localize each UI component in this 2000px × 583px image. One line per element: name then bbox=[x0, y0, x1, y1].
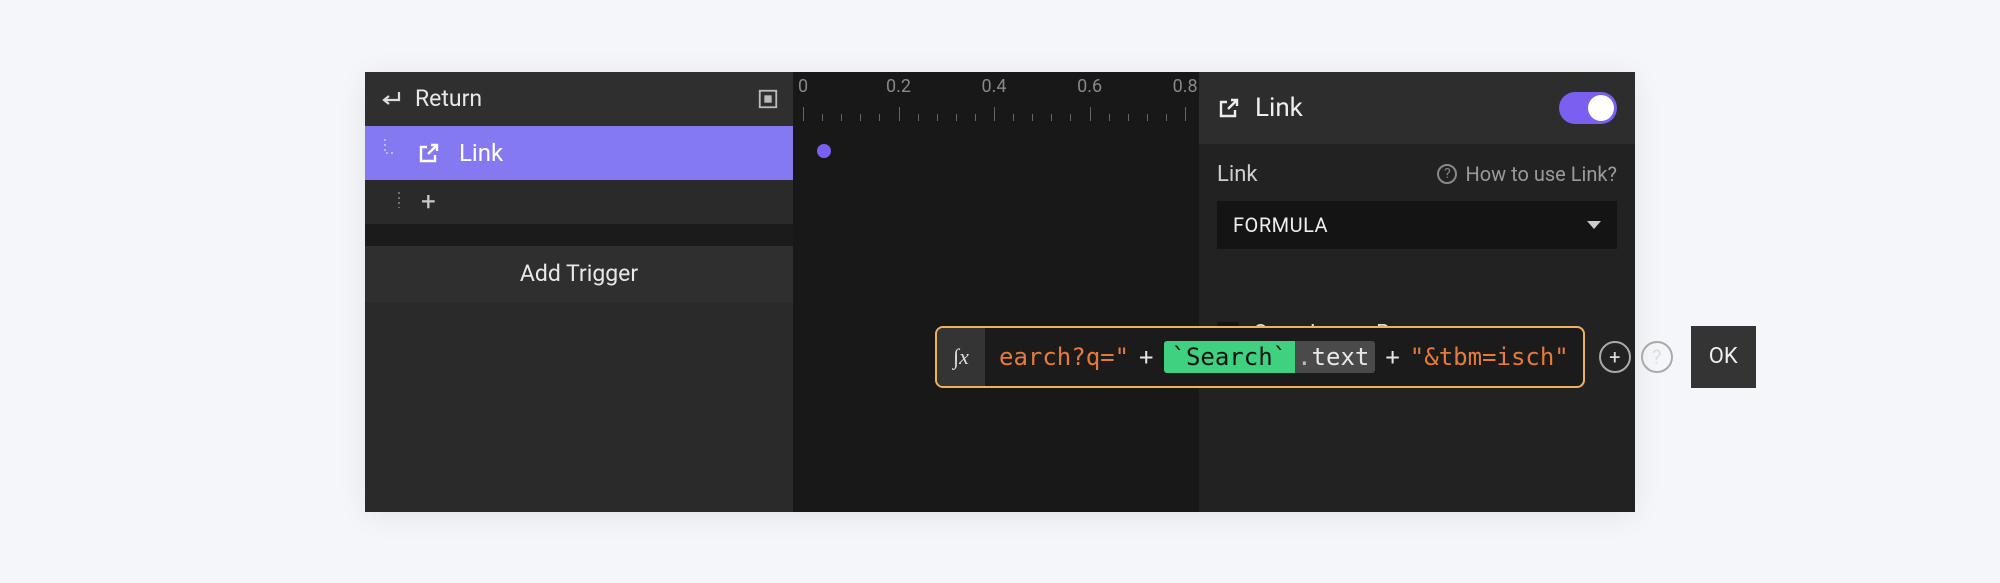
ruler-label: 0.6 bbox=[1077, 76, 1102, 97]
formula-property-wrap: .text bbox=[1295, 341, 1375, 373]
toggle-knob bbox=[1588, 95, 1614, 121]
formula-op-2: + bbox=[1375, 343, 1409, 371]
formula-op-1: + bbox=[1129, 343, 1163, 371]
return-row[interactable]: Return bbox=[365, 72, 793, 126]
ruler-tick-minor bbox=[975, 114, 976, 121]
formula-help-button[interactable]: ? bbox=[1641, 341, 1673, 373]
editor-panel: Return Link + bbox=[365, 72, 1635, 512]
tree-guide-icon bbox=[379, 139, 399, 167]
ruler-label: 0.8 bbox=[1173, 76, 1198, 97]
action-item-label: Link bbox=[459, 139, 503, 167]
formula-input[interactable]: ∫x earch?q=" + `Search`.text + "&tbm=isc… bbox=[935, 326, 1585, 388]
ruler-tick-minor bbox=[1147, 114, 1148, 121]
ruler-tick-minor bbox=[822, 114, 823, 121]
dropdown-value: FORMULA bbox=[1233, 213, 1328, 237]
ruler-tick-minor bbox=[860, 114, 861, 121]
sidebar-spacer bbox=[365, 224, 793, 246]
ruler-tick-minor bbox=[956, 114, 957, 121]
chevron-down-icon bbox=[1587, 221, 1601, 229]
action-list-sidebar: Return Link + bbox=[365, 72, 793, 512]
ruler-tick-major bbox=[803, 107, 804, 121]
ruler-tick-minor bbox=[1166, 114, 1167, 121]
formula-add-button[interactable]: + bbox=[1599, 341, 1631, 373]
inspector-panel: Link Link ? How to use Link? FORMULA Ope… bbox=[1199, 72, 1635, 512]
action-item-link[interactable]: Link bbox=[365, 126, 793, 180]
question-icon: ? bbox=[1437, 164, 1457, 184]
ruler-tick-minor bbox=[879, 114, 880, 121]
keyframe-dot[interactable] bbox=[817, 144, 831, 158]
ruler-label: 0.4 bbox=[982, 76, 1007, 97]
add-action-row[interactable]: + bbox=[365, 180, 793, 224]
ruler-tick-major bbox=[1090, 107, 1091, 121]
add-trigger-button[interactable]: Add Trigger bbox=[365, 246, 793, 302]
external-link-icon bbox=[1217, 96, 1241, 120]
ruler-tick-minor bbox=[841, 114, 842, 121]
ruler-tick-major bbox=[899, 107, 900, 121]
add-trigger-label: Add Trigger bbox=[520, 260, 638, 287]
stop-icon[interactable] bbox=[757, 88, 779, 110]
return-icon bbox=[379, 87, 403, 111]
ruler-tick-major bbox=[1185, 107, 1186, 121]
formula-string-1: earch?q=" bbox=[999, 343, 1129, 371]
ruler-tick-major bbox=[994, 107, 995, 121]
inspector-header: Link bbox=[1199, 72, 1635, 144]
formula-string-2: "&tbm=isch" bbox=[1410, 343, 1569, 371]
link-type-dropdown[interactable]: FORMULA bbox=[1217, 201, 1617, 249]
formula-property: text bbox=[1312, 343, 1370, 371]
tree-guide-tail-icon bbox=[395, 192, 407, 212]
ruler-tick-minor bbox=[918, 114, 919, 121]
howto-text: How to use Link? bbox=[1465, 162, 1617, 186]
formula-ok-button[interactable]: OK bbox=[1691, 326, 1756, 388]
ruler-tick-minor bbox=[1070, 114, 1071, 121]
ruler-tick-minor bbox=[1032, 114, 1033, 121]
ruler-tick-minor bbox=[1109, 114, 1110, 121]
inspector-title: Link bbox=[1255, 93, 1303, 123]
ruler-tick-minor bbox=[1013, 114, 1014, 121]
external-link-icon bbox=[417, 141, 441, 165]
fx-icon: ∫x bbox=[937, 328, 985, 386]
ruler-label: 0 bbox=[798, 76, 808, 97]
formula-content[interactable]: earch?q=" + `Search`.text + "&tbm=isch" bbox=[985, 341, 1583, 373]
ruler-tick-minor bbox=[1128, 114, 1129, 121]
formula-reference[interactable]: `Search` bbox=[1164, 341, 1296, 373]
enable-toggle[interactable] bbox=[1559, 92, 1617, 124]
ruler-tick-minor bbox=[1051, 114, 1052, 121]
formula-dot: . bbox=[1297, 343, 1311, 371]
timeline-area: 0 0.2 0.4 0.6 0.8 bbox=[793, 72, 1199, 512]
howto-link[interactable]: ? How to use Link? bbox=[1437, 162, 1617, 186]
timeline-ruler[interactable]: 0 0.2 0.4 0.6 0.8 bbox=[793, 72, 1199, 126]
formula-bar: ∫x earch?q=" + `Search`.text + "&tbm=isc… bbox=[935, 326, 1756, 388]
ruler-tick-minor bbox=[937, 114, 938, 121]
formula-actions: + ? bbox=[1585, 326, 1687, 388]
add-action-plus: + bbox=[421, 187, 436, 217]
return-label: Return bbox=[415, 85, 482, 112]
ruler-label: 0.2 bbox=[886, 76, 911, 97]
field-label-link: Link bbox=[1217, 162, 1258, 187]
